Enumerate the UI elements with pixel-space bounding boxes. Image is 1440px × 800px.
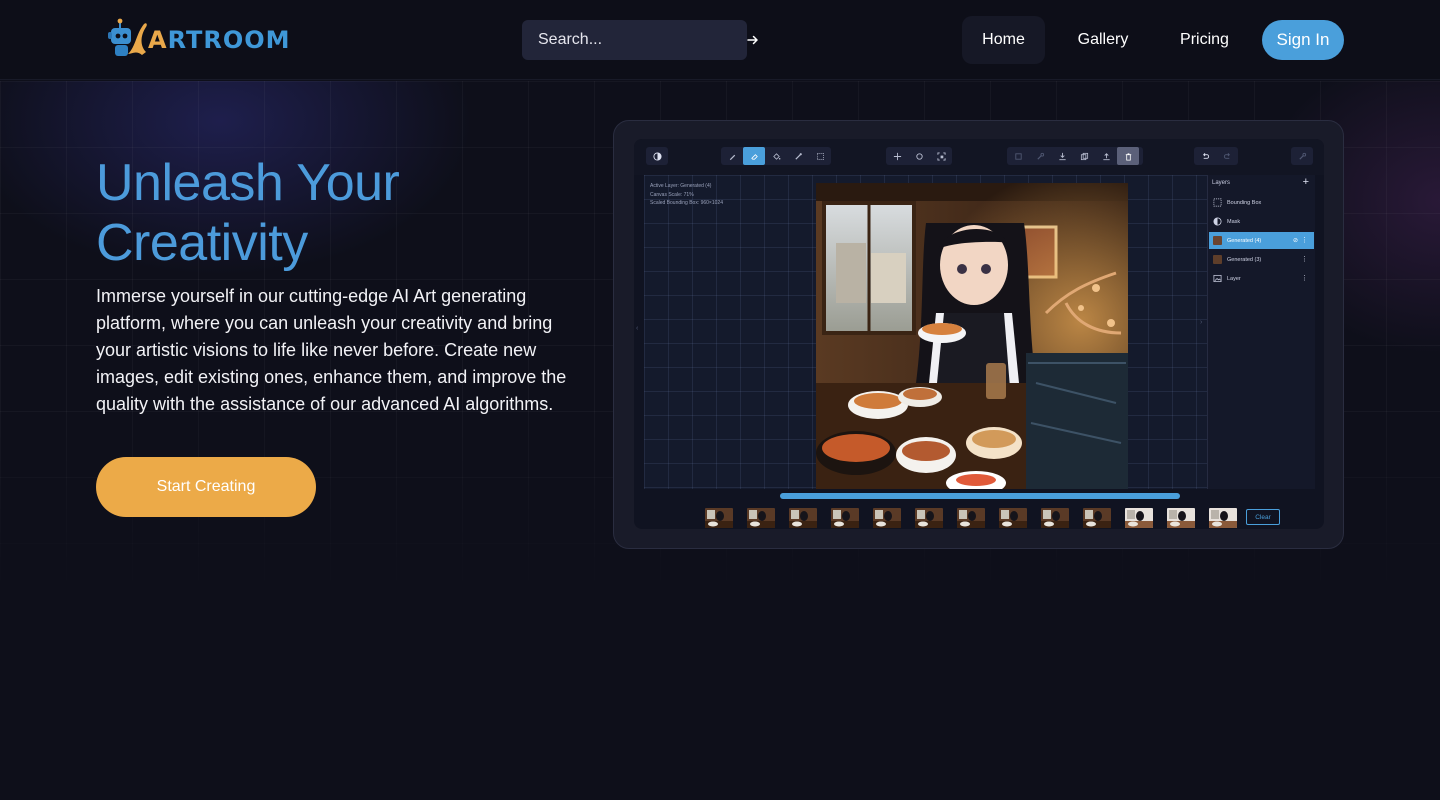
logo-wordmark: ARTROOM <box>148 26 291 54</box>
layer-label: Bounding Box <box>1227 199 1262 206</box>
wrench-icon[interactable] <box>1029 147 1051 165</box>
toolbar-group-draw <box>721 147 831 165</box>
canvas-info: Active Layer: Generated (4) Canvas Scale… <box>650 182 723 208</box>
logo-letters-rest: RTROOM <box>167 26 291 54</box>
layer-label: Generated (3) <box>1227 256 1262 263</box>
chevron-right-icon[interactable]: › <box>1200 319 1202 326</box>
copy-icon[interactable] <box>1073 147 1095 165</box>
layers-panel: Layers + Bounding Box Mask Generated (4)… <box>1207 175 1315 489</box>
eye-off-icon[interactable]: ⊘ <box>1293 237 1298 244</box>
hero-section: Unleash Your Creativity Immerse yourself… <box>0 81 1440 616</box>
trash-icon[interactable] <box>1117 147 1139 165</box>
bounding-box-text: Scaled Bounding Box: 960×1024 <box>650 200 723 206</box>
toolbar-group-transform <box>886 147 952 165</box>
image-icon <box>1213 274 1222 283</box>
generation-thumbnail[interactable] <box>1209 508 1237 528</box>
generation-thumbnail[interactable] <box>1041 508 1069 528</box>
nav-gallery[interactable]: Gallery <box>1062 16 1144 64</box>
wrench-settings-icon[interactable] <box>1291 147 1313 165</box>
fit-frame-icon[interactable] <box>930 147 952 165</box>
layer-item-bounding-box[interactable]: Bounding Box <box>1209 194 1314 211</box>
add-layer-icon[interactable]: + <box>1303 176 1309 188</box>
start-creating-button[interactable]: Start Creating <box>96 457 316 517</box>
hero-description: Immerse yourself in our cutting-edge AI … <box>96 286 567 414</box>
layer-item-generated-4[interactable]: Generated (4) ⊘ ⋮ <box>1209 232 1314 249</box>
generation-thumbnail[interactable] <box>1167 508 1195 528</box>
editor-toolbar <box>634 139 1324 175</box>
dashed-square-icon <box>1213 198 1222 207</box>
toolbar-group-file <box>1007 147 1143 165</box>
undo-icon[interactable] <box>1194 147 1216 165</box>
generation-thumbnail[interactable] <box>999 508 1027 528</box>
contrast-icon[interactable] <box>646 147 668 165</box>
generation-thumbnail[interactable] <box>873 508 901 528</box>
editor-canvas[interactable]: Active Layer: Generated (4) Canvas Scale… <box>636 175 1207 489</box>
generated-artwork-image <box>816 183 1128 489</box>
more-vertical-icon[interactable]: ⋮ <box>1301 256 1308 263</box>
generation-thumbnail[interactable] <box>957 508 985 528</box>
clear-button[interactable]: Clear <box>1246 509 1280 525</box>
toolbar-group-history <box>1194 147 1238 165</box>
layer-label: Generated (4) <box>1227 237 1262 244</box>
search-box <box>522 20 758 60</box>
layer-item-mask[interactable]: Mask <box>1209 213 1314 230</box>
redo-icon[interactable] <box>1216 147 1238 165</box>
generation-progress-bar <box>780 493 1180 499</box>
upload-icon[interactable] <box>1095 147 1117 165</box>
generation-thumbnails <box>705 508 1251 528</box>
half-circle-icon <box>1213 217 1222 226</box>
generation-thumbnail[interactable] <box>789 508 817 528</box>
layer-item-layer[interactable]: Layer ⋮ <box>1209 270 1314 287</box>
app-preview-screen: Active Layer: Generated (4) Canvas Scale… <box>634 139 1324 529</box>
progress-fill <box>780 493 1180 499</box>
nav-pricing[interactable]: Pricing <box>1162 16 1247 64</box>
layer-label: Mask <box>1227 218 1241 225</box>
brush-icon[interactable] <box>721 147 743 165</box>
more-vertical-icon[interactable]: ⋮ <box>1301 275 1308 282</box>
generation-thumbnail[interactable] <box>1125 508 1153 528</box>
more-vertical-icon[interactable]: ⋮ <box>1301 237 1308 244</box>
fill-bucket-icon[interactable] <box>765 147 787 165</box>
toolbar-group-settings <box>1291 147 1313 165</box>
rect-select-icon[interactable] <box>809 147 831 165</box>
top-navbar: ARTROOM Home Gallery Pricing Sign In <box>0 0 1440 80</box>
layer-item-generated-3[interactable]: Generated (3) ⋮ <box>1209 251 1314 268</box>
arrow-right-icon[interactable] <box>745 32 761 48</box>
search-input[interactable] <box>538 31 745 49</box>
eyedropper-icon[interactable] <box>787 147 809 165</box>
generation-thumbnail[interactable] <box>1083 508 1111 528</box>
layers-title: Layers <box>1212 180 1231 186</box>
artroom-logo[interactable]: ARTROOM <box>106 16 291 62</box>
hero-headline: Unleash Your Creativity <box>96 154 400 272</box>
layer-label: Layer <box>1227 275 1241 282</box>
robot-mascot-icon <box>106 16 150 62</box>
layer-thumbnail <box>1213 255 1222 264</box>
chevron-left-icon[interactable]: ‹ <box>636 325 638 332</box>
active-layer-text: Active Layer: Generated (4) <box>650 183 712 189</box>
download-icon[interactable] <box>1051 147 1073 165</box>
generation-thumbnail[interactable] <box>915 508 943 528</box>
canvas-scale-text: Canvas Scale: 71% <box>650 191 694 198</box>
layer-thumbnail <box>1213 236 1222 245</box>
sign-in-button[interactable]: Sign In <box>1262 20 1344 60</box>
logo-letter-a: A <box>148 26 168 54</box>
generation-thumbnail[interactable] <box>831 508 859 528</box>
nav-home[interactable]: Home <box>962 16 1045 64</box>
generation-thumbnail[interactable] <box>705 508 733 528</box>
generation-thumbnail[interactable] <box>747 508 775 528</box>
merge-icon[interactable] <box>1007 147 1029 165</box>
app-preview-frame: Active Layer: Generated (4) Canvas Scale… <box>613 120 1344 549</box>
crosshair-icon[interactable] <box>908 147 930 165</box>
eraser-icon[interactable] <box>743 147 765 165</box>
toolbar-group-theme <box>646 147 668 165</box>
move-icon[interactable] <box>886 147 908 165</box>
